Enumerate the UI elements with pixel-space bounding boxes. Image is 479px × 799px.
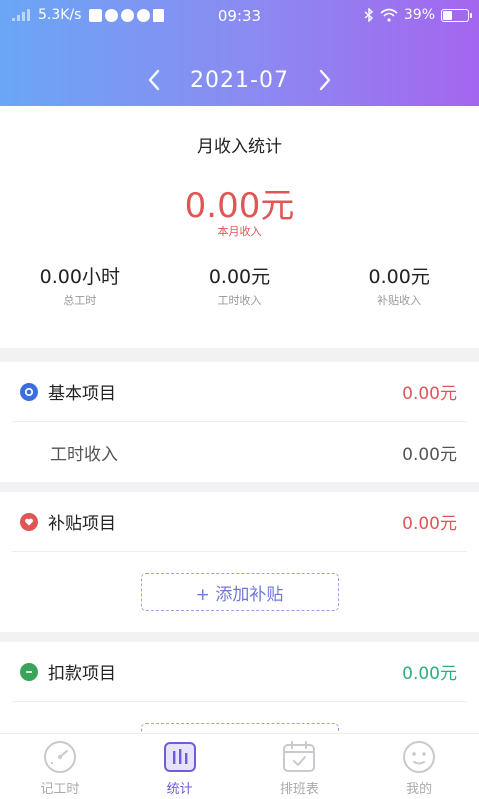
basic-items-header[interactable]: 基本项目 0.00元 xyxy=(12,362,467,422)
add-subsidy-wrap: + 添加补贴 xyxy=(0,552,479,632)
header: 5.3K/s 09:33 39% 2021-07 xyxy=(0,0,479,106)
stat-hourly-income: 0.00元 工时收入 xyxy=(160,262,320,308)
current-month: 2021-07 xyxy=(190,67,289,93)
tab-label: 我的 xyxy=(406,782,433,797)
stat-value: 0.00元 xyxy=(368,266,430,288)
battery-level xyxy=(443,10,453,20)
subsidy-items-title: 补贴项目 xyxy=(48,514,116,534)
face-icon xyxy=(403,741,436,773)
hourly-income-value: 0.00元 xyxy=(402,444,457,465)
stat-value: 0.00元 xyxy=(208,266,271,288)
deduction-items-section: 扣款项目 0.00元 xyxy=(0,642,479,733)
monthly-summary-card: 月收入统计 0.00元 本月收入 0.00小时 总工时 0.00元 工时收入 0… xyxy=(0,106,479,348)
subsidy-items-header[interactable]: 补贴项目 0.00元 xyxy=(12,492,467,552)
tab-record-hours[interactable]: 记工时 xyxy=(0,734,120,799)
basic-items-title: 基本项目 xyxy=(48,384,116,404)
stat-label: 总工时 xyxy=(63,294,97,307)
wifi-icon xyxy=(380,8,398,22)
tab-label: 统计 xyxy=(166,782,193,797)
add-subsidy-button[interactable]: + 添加补贴 xyxy=(140,573,339,611)
summary-stats: 0.00小时 总工时 0.00元 工时收入 0.00元 补贴收入 xyxy=(0,262,479,308)
deduction-items-amount: 0.00元 xyxy=(402,664,457,684)
stat-value: 0.00小时 xyxy=(39,266,120,288)
add-deduction-wrap xyxy=(0,702,479,733)
month-income-label: 本月收入 xyxy=(217,225,262,238)
tab-profile[interactable]: 我的 xyxy=(359,734,479,799)
bluetooth-icon xyxy=(364,8,373,22)
hourly-income-label: 工时收入 xyxy=(50,444,118,465)
status-right: 39% xyxy=(364,7,472,23)
chevron-left-icon xyxy=(148,69,160,91)
next-month-button[interactable] xyxy=(311,66,339,94)
tab-label: 记工时 xyxy=(40,782,80,797)
summary-title: 月收入统计 xyxy=(197,137,282,157)
deduction-items-header[interactable]: 扣款项目 0.00元 xyxy=(12,642,467,702)
tab-schedule[interactable]: 排班表 xyxy=(240,734,360,799)
subsidy-items-section: 补贴项目 0.00元 + 添加补贴 xyxy=(0,492,479,632)
stats-icon xyxy=(163,742,196,772)
clock-gauge-icon xyxy=(43,741,76,773)
prev-month-button[interactable] xyxy=(140,66,168,94)
battery-percent: 39% xyxy=(403,7,435,23)
battery-icon xyxy=(441,8,472,22)
stat-label: 工时收入 xyxy=(217,294,262,307)
tab-label: 排班表 xyxy=(279,782,319,797)
heart-icon xyxy=(20,512,38,531)
stat-label: 补贴收入 xyxy=(377,294,422,307)
month-navigator: 2021-07 xyxy=(0,60,479,100)
status-bar: 5.3K/s 09:33 39% xyxy=(0,0,479,32)
basic-items-icon xyxy=(20,382,38,401)
basic-items-section: 基本项目 0.00元 工时收入 0.00元 xyxy=(0,362,479,482)
tab-statistics[interactable]: 统计 xyxy=(120,734,240,799)
bottom-tab-bar: 记工时 统计 排班表 我的 xyxy=(0,733,479,799)
add-deduction-button[interactable] xyxy=(140,723,339,733)
stat-total-hours: 0.00小时 总工时 xyxy=(0,262,160,308)
deduction-items-title: 扣款项目 xyxy=(48,664,116,684)
stat-subsidy-income: 0.00元 补贴收入 xyxy=(319,262,479,308)
chevron-right-icon xyxy=(319,69,331,91)
subsidy-items-amount: 0.00元 xyxy=(402,514,457,534)
hourly-income-row[interactable]: 工时收入 0.00元 xyxy=(12,422,467,482)
minus-icon xyxy=(20,662,38,681)
basic-items-amount: 0.00元 xyxy=(402,384,457,404)
month-income-value: 0.00元 xyxy=(184,186,295,226)
calendar-icon xyxy=(283,741,316,772)
